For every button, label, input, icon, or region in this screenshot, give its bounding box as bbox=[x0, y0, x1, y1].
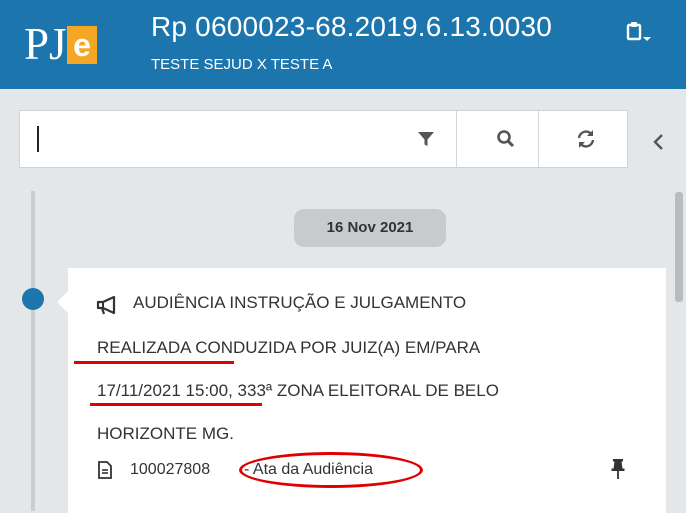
red-underline-annotation bbox=[90, 403, 262, 406]
timeline-date-badge: 16 Nov 2021 bbox=[294, 209, 446, 247]
case-parties: TESTE SEJUD X TESTE A bbox=[151, 56, 333, 73]
text-cursor bbox=[37, 126, 39, 152]
document-id: 100027808 bbox=[130, 461, 211, 478]
search-button[interactable] bbox=[476, 111, 536, 167]
chevron-left-icon bbox=[653, 134, 663, 150]
search-toolbar bbox=[19, 110, 628, 168]
refresh-button[interactable] bbox=[556, 111, 616, 167]
search-input[interactable] bbox=[20, 111, 400, 167]
red-underline-annotation bbox=[74, 361, 234, 364]
app-header: PJ e Rp 0600023-68.2019.6.13.0030 TESTE … bbox=[0, 0, 686, 89]
refresh-icon bbox=[577, 130, 595, 148]
pje-logo[interactable]: PJ e bbox=[24, 16, 102, 72]
event-text-line-2: REALIZADA CONDUZIDA POR JUIZ(A) EM/PARA bbox=[97, 338, 481, 357]
search-icon bbox=[497, 130, 515, 148]
filter-button[interactable] bbox=[396, 111, 456, 167]
timeline-line bbox=[31, 191, 35, 511]
pin-icon[interactable] bbox=[610, 458, 626, 480]
collapse-panel-button[interactable] bbox=[642, 122, 676, 162]
case-number: Rp 0600023-68.2019.6.13.0030 bbox=[151, 11, 553, 42]
logo-letters-pj: PJ bbox=[24, 19, 67, 69]
document-icon bbox=[98, 461, 112, 479]
timeline-event-dot bbox=[22, 288, 44, 310]
document-title-link[interactable]: - Ata da Audiência bbox=[244, 458, 373, 482]
megaphone-icon bbox=[96, 295, 116, 315]
toolbar-divider bbox=[456, 111, 457, 167]
event-text-line-4: HORIZONTE MG. bbox=[97, 424, 234, 443]
event-text-line-1: AUDIÊNCIA INSTRUÇÃO E JULGAMENTO bbox=[133, 293, 467, 312]
event-text-line-3: 17/11/2021 15:00, 333ª ZONA ELEITORAL DE… bbox=[97, 381, 499, 400]
scrollbar-thumb[interactable] bbox=[675, 192, 683, 302]
clipboard-icon[interactable] bbox=[624, 18, 652, 46]
filter-icon bbox=[418, 132, 434, 146]
toolbar-divider bbox=[538, 111, 539, 167]
card-pointer bbox=[57, 290, 69, 314]
logo-letter-e: e bbox=[67, 26, 97, 64]
